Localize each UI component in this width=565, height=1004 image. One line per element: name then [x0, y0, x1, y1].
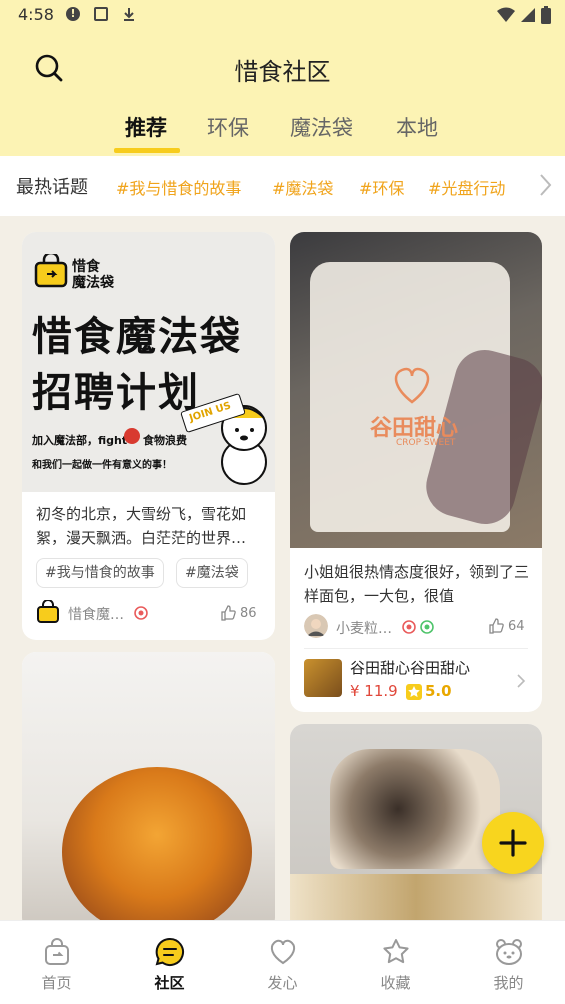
post-topic-chip[interactable]: #魔法袋 [176, 558, 248, 588]
battery-icon [541, 6, 551, 24]
verified-badge-icon [134, 606, 148, 620]
tab-recommend[interactable]: 推荐 [125, 112, 167, 142]
pastry-photo [62, 767, 252, 932]
like-button[interactable]: 64 [488, 618, 525, 634]
linked-product[interactable]: 谷田甜心谷田甜心 ¥ 11.9 5.0 [290, 649, 542, 712]
post-topic-chip[interactable]: #我与惜食的故事 [36, 558, 164, 588]
post-author[interactable]: 小麦粒… [336, 618, 392, 638]
bread-photo [330, 749, 500, 869]
header: 4:58 ! 惜食社区 推荐 环保 魔法袋 本地 [0, 0, 565, 156]
poster-headline-2: 招聘计划 [32, 370, 200, 416]
bear-face-icon [496, 939, 522, 965]
nav-label: 发心 [267, 974, 298, 992]
tab-bar: 推荐 环保 魔法袋 本地 [0, 108, 565, 156]
download-icon [124, 8, 134, 21]
nav-heart[interactable]: 发心 [226, 921, 339, 1004]
status-icons [497, 6, 551, 24]
status-time: 4:58 [18, 5, 54, 24]
nav-label: 首页 [41, 974, 72, 992]
poster-headline-1: 惜食魔法袋 [32, 314, 242, 360]
nav-community[interactable]: 社区 [113, 921, 226, 1004]
tab-magic-bag[interactable]: 魔法袋 [290, 112, 353, 142]
like-count: 64 [508, 618, 525, 634]
post-card[interactable]: 惜食 魔法袋 惜食魔法袋 招聘计划 加入魔法部，fight 食物浪费 和我们一起… [22, 232, 275, 640]
hot-topics-bar: 最热话题 #我与惜食的故事 #魔法袋 #环保 #光盘行动 [0, 156, 565, 216]
product-thumbnail [304, 659, 342, 697]
page-title: 惜食社区 [234, 58, 331, 86]
tab-active-indicator [114, 148, 180, 153]
like-count: 86 [240, 605, 257, 621]
magic-bag-logo-icon [34, 254, 68, 288]
bag-brand-subtext: CROP SWEET [396, 438, 456, 448]
status-bar: 4:58 ! [0, 0, 565, 32]
tab-eco[interactable]: 环保 [207, 112, 249, 142]
alert-icon: ! [66, 7, 80, 21]
like-button[interactable]: 86 [220, 605, 257, 621]
avatar[interactable] [304, 614, 328, 638]
tomato-icon [124, 428, 140, 444]
post-image: 谷田甜心 CROP SWEET [290, 232, 542, 548]
chat-bubble-icon [155, 937, 185, 966]
poster-logo-line2: 魔法袋 [72, 275, 114, 291]
chevron-right-icon[interactable] [535, 172, 555, 198]
bottom-navigation: 首页 社区 发心 收藏 我的 [0, 920, 565, 1004]
poster-slogan-1b: 食物浪费 [143, 434, 187, 447]
create-post-button[interactable] [482, 812, 544, 874]
eco-badge-icon [420, 620, 434, 634]
nav-label: 社区 [154, 974, 185, 992]
post-image: 惜食 魔法袋 惜食魔法袋 招聘计划 加入魔法部，fight 食物浪费 和我们一起… [22, 232, 275, 492]
nav-favorites[interactable]: 收藏 [339, 921, 452, 1004]
bag-home-icon [45, 938, 69, 965]
topic-tag[interactable]: #环保 [359, 175, 404, 199]
product-price: ¥ 11.9 [350, 682, 398, 700]
nav-label: 收藏 [380, 974, 411, 992]
nav-home[interactable]: 首页 [0, 921, 113, 1004]
post-image [22, 652, 275, 932]
post-text: 初冬的北京，大雪纷飞，雪花如絮，漫天飘洒。白茫茫的世界… [36, 505, 247, 547]
post-text: 小姐姐很热情态度很好，领到了三样面包，一大包，很值 [304, 563, 530, 605]
app-notification-icon [94, 7, 108, 21]
wifi-icon [497, 7, 515, 22]
signal-icon [521, 8, 535, 22]
poster-slogan-2: 和我们一起做一件有意义的事！ [32, 460, 172, 471]
nav-profile[interactable]: 我的 [452, 921, 565, 1004]
thumbs-up-icon [221, 605, 236, 621]
post-card[interactable]: 谷田甜心 CROP SWEET 小姐姐很热情态度很好，领到了三样面包，一大包，很… [290, 232, 542, 712]
chevron-right-icon [517, 674, 526, 688]
topic-tag[interactable]: #魔法袋 [272, 175, 333, 199]
post-card[interactable] [22, 652, 275, 932]
hot-topics-label: 最热话题 [16, 177, 88, 198]
rating-star-icon [406, 684, 422, 700]
crop-sweet-logo-icon [394, 367, 430, 404]
heart-icon [270, 939, 296, 965]
topic-tag[interactable]: #我与惜食的故事 [116, 175, 241, 199]
avatar[interactable] [36, 600, 60, 624]
tab-local[interactable]: 本地 [396, 112, 438, 142]
star-icon [383, 939, 409, 964]
nav-label: 我的 [493, 974, 524, 992]
topic-tag[interactable]: #光盘行动 [428, 175, 505, 199]
product-rating: 5.0 [425, 682, 452, 700]
plus-icon [499, 829, 527, 857]
poster-slogan-1a: 加入魔法部，fight [32, 434, 128, 447]
verified-badge-icon [402, 620, 416, 634]
post-author[interactable]: 惜食魔… [68, 604, 124, 624]
product-name: 谷田甜心谷田甜心 [350, 659, 471, 677]
thumbs-up-icon [489, 618, 504, 634]
